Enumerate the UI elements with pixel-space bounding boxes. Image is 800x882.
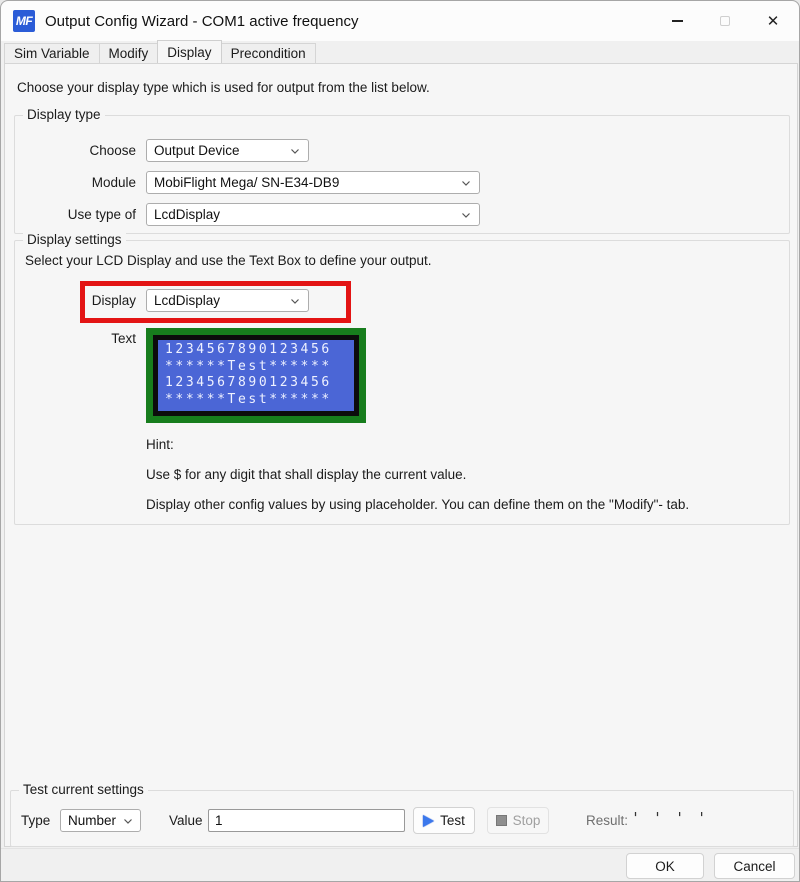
type-label: Type [21, 813, 50, 828]
test-settings-legend: Test current settings [19, 782, 148, 797]
tab-modify[interactable]: Modify [99, 43, 159, 63]
chevron-down-icon [122, 815, 134, 827]
play-icon [423, 815, 434, 827]
type-select[interactable]: Number [60, 809, 141, 832]
close-icon: ✕ [767, 14, 780, 29]
ok-button-label: OK [655, 859, 675, 874]
lcd-text-box[interactable]: 1234567890123456******Test******12345678… [158, 340, 354, 411]
stop-icon [496, 815, 507, 826]
chevron-down-icon [460, 177, 472, 189]
lcd-preview: 1234567890123456******Test******12345678… [146, 328, 366, 423]
lcd-line: 1234567890123456 [165, 375, 347, 392]
use-type-label: Use type of [15, 207, 136, 222]
maximize-icon [720, 16, 730, 26]
display-value: LcdDisplay [154, 293, 220, 308]
test-settings-group: Test current settings Type Number Value … [10, 790, 794, 847]
display-tab-page: Choose your display type which is used f… [4, 63, 798, 847]
choose-select[interactable]: Output Device [146, 139, 309, 162]
display-settings-instruction: Select your LCD Display and use the Text… [25, 253, 431, 268]
chevron-down-icon [460, 209, 472, 221]
display-label: Display [15, 293, 136, 308]
type-value: Number [68, 813, 116, 828]
use-type-select[interactable]: LcdDisplay [146, 203, 480, 226]
tab-sim-variable[interactable]: Sim Variable [4, 43, 100, 63]
module-label: Module [15, 175, 136, 190]
chevron-down-icon [289, 145, 301, 157]
window-controls: ✕ [653, 1, 797, 41]
cancel-button-label: Cancel [733, 859, 775, 874]
footer-bar: OK Cancel [1, 848, 799, 882]
tab-display[interactable]: Display [157, 40, 221, 63]
test-button-label: Test [440, 813, 465, 828]
app-icon-text: MF [16, 14, 32, 28]
output-config-wizard-window: MF Output Config Wizard - COM1 active fr… [0, 0, 800, 882]
text-label: Text [15, 331, 136, 346]
display-type-group: Display type Choose Output Device Module… [14, 115, 790, 234]
tab-bar: Sim Variable Modify Display Precondition [4, 41, 315, 63]
mobiflight-app-icon: MF [13, 10, 35, 32]
close-button[interactable]: ✕ [749, 1, 797, 41]
module-select[interactable]: MobiFlight Mega/ SN-E34-DB9 [146, 171, 480, 194]
hint-line-2: Display other config values by using pla… [146, 497, 689, 512]
stop-button-label: Stop [513, 813, 541, 828]
test-button[interactable]: Test [413, 807, 475, 834]
tab-precondition[interactable]: Precondition [221, 43, 316, 63]
window-title: Output Config Wizard - COM1 active frequ… [45, 13, 358, 30]
minimize-icon [672, 20, 683, 21]
intro-text: Choose your display type which is used f… [17, 80, 430, 95]
module-value: MobiFlight Mega/ SN-E34-DB9 [154, 175, 339, 190]
display-settings-group: Display settings Select your LCD Display… [14, 240, 790, 525]
display-type-legend: Display type [23, 107, 105, 122]
display-select[interactable]: LcdDisplay [146, 289, 309, 312]
value-label: Value [169, 813, 203, 828]
display-settings-legend: Display settings [23, 232, 126, 247]
lcd-line: 1234567890123456 [165, 342, 347, 359]
chevron-down-icon [289, 295, 301, 307]
hint-title: Hint: [146, 437, 174, 452]
lcd-line: ******Test****** [165, 392, 347, 409]
ok-button[interactable]: OK [626, 853, 704, 879]
result-value: ' ' ' ' [631, 809, 708, 827]
minimize-button[interactable] [653, 1, 701, 41]
choose-value: Output Device [154, 143, 240, 158]
value-input[interactable] [208, 809, 405, 832]
choose-label: Choose [15, 143, 136, 158]
stop-button: Stop [487, 807, 549, 834]
lcd-line: ******Test****** [165, 359, 347, 376]
maximize-button [701, 1, 749, 41]
result-label: Result: [586, 813, 628, 828]
titlebar: MF Output Config Wizard - COM1 active fr… [1, 1, 799, 41]
cancel-button[interactable]: Cancel [714, 853, 795, 879]
use-type-value: LcdDisplay [154, 207, 220, 222]
hint-line-1: Use $ for any digit that shall display t… [146, 467, 466, 482]
